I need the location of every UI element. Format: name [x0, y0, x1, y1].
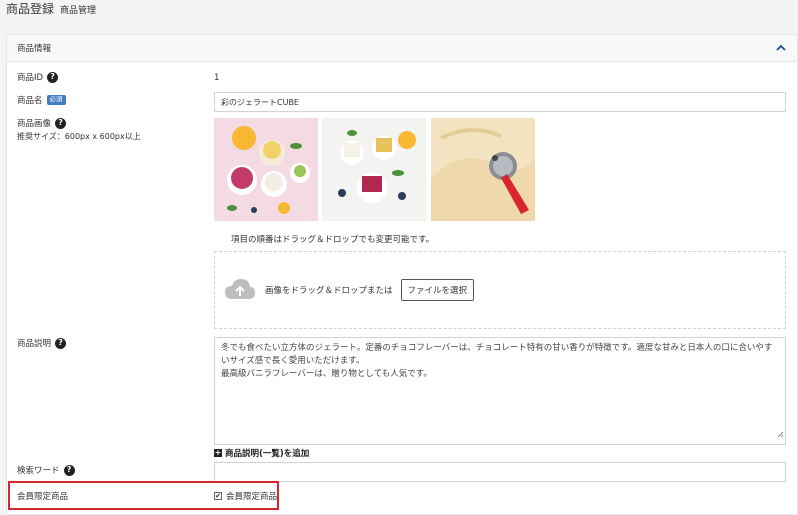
help-icon[interactable]: ?	[55, 117, 67, 129]
image-dropzone[interactable]: 画像をドラッグ＆ドロップまたは ファイルを選択	[214, 251, 786, 329]
page-header: 商品登録 商品管理	[6, 0, 96, 16]
product-image-thumbnail[interactable]	[322, 118, 426, 221]
description-label-row: 商品説明 ?	[17, 337, 67, 349]
card-header[interactable]: 商品情報	[7, 35, 797, 62]
help-icon[interactable]: ?	[55, 337, 67, 349]
add-description-list-label: 商品説明(一覧)を追加	[225, 449, 310, 459]
product-image-thumbnail[interactable]	[214, 118, 318, 221]
description-line: いサイズ感で長く愛用いただけます。	[221, 356, 365, 366]
product-name-label: 商品名	[17, 96, 43, 106]
page-subtitle: 商品管理	[60, 6, 97, 16]
resize-grip-icon[interactable]	[776, 430, 784, 443]
product-id-value: 1	[214, 73, 220, 83]
search-word-label-row: 検索ワード ?	[17, 464, 75, 476]
image-order-note: 項目の順番はドラッグ＆ドロップでも変更可能です。	[231, 235, 435, 245]
cloud-upload-icon	[223, 277, 257, 304]
description-line: 最高級バニラフレーバーは、贈り物としても人気です。	[221, 369, 432, 379]
page-title: 商品登録	[6, 2, 55, 16]
product-image-label-row: 商品画像 ?	[17, 117, 67, 129]
search-word-label: 検索ワード	[17, 466, 60, 476]
product-image-label: 商品画像	[17, 119, 52, 129]
description-line: 冬でも食べたい立方体のジェラート。定番のチョコフレーバーは、チョコレート特有の甘…	[221, 343, 773, 353]
product-image-thumbnail[interactable]	[431, 118, 535, 221]
recommended-size-note: 推奨サイズ：600px x 600px以上	[17, 132, 141, 141]
help-icon[interactable]: ?	[47, 71, 59, 83]
search-word-input[interactable]	[214, 462, 786, 482]
description-label: 商品説明	[17, 339, 52, 349]
dropzone-text: 画像をドラッグ＆ドロップまたは	[265, 286, 393, 296]
add-description-list-link[interactable]: + 商品説明(一覧)を追加	[214, 447, 309, 459]
required-badge: 必須	[46, 95, 66, 105]
description-textarea[interactable]: 冬でも食べたい立方体のジェラート。定番のチョコフレーバーは、チョコレート特有の甘…	[214, 337, 786, 445]
product-id-label: 商品ID	[17, 73, 44, 83]
card-title: 商品情報	[17, 44, 52, 54]
chevron-up-icon[interactable]	[775, 42, 787, 54]
highlight-box	[8, 481, 279, 510]
product-name-input[interactable]: 彩のジェラートCUBE	[214, 92, 786, 112]
choose-file-button[interactable]: ファイルを選択	[400, 279, 475, 301]
plus-icon: +	[214, 448, 222, 457]
product-id-label-row: 商品ID ?	[17, 71, 59, 83]
product-info-card: 商品情報 商品ID ? 1 商品名 必須 彩のジェラートCUBE 商品画像 ? …	[6, 34, 798, 515]
help-icon[interactable]: ?	[63, 464, 75, 476]
product-name-label-row: 商品名 必須	[17, 94, 66, 106]
